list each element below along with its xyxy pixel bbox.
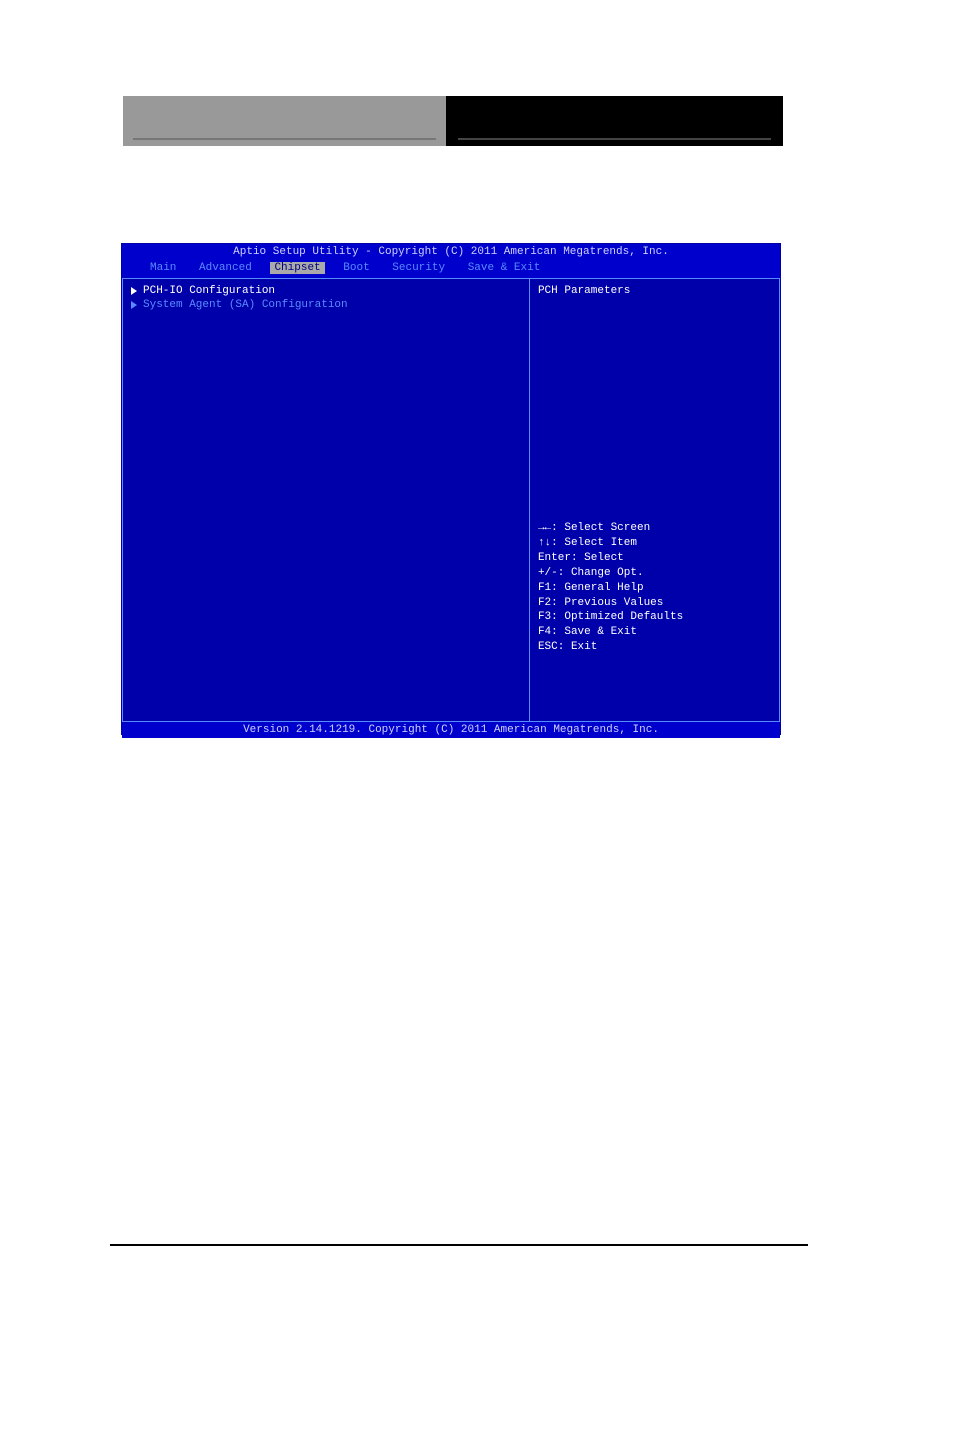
menu-tab-save-exit[interactable]: Save & Exit — [464, 262, 545, 274]
help-bottom-pad — [538, 655, 771, 715]
menu-tab-boot[interactable]: Boot — [339, 262, 373, 274]
banner-left-underline — [133, 138, 436, 140]
bios-right-panel: PCH Parameters →←: Select Screen ↑↓: Sel… — [530, 278, 780, 721]
banner-right-underline — [458, 138, 771, 140]
bios-window: Aptio Setup Utility - Copyright (C) 2011… — [121, 243, 781, 735]
submenu-system-agent[interactable]: System Agent (SA) Configuration — [131, 299, 521, 311]
help-key-row: F4: Save & Exit — [538, 625, 771, 640]
help-key-row: +/-: Change Opt. — [538, 566, 771, 581]
help-key-row: Enter: Select — [538, 551, 771, 566]
help-key-row: F1: General Help — [538, 581, 771, 596]
help-key-row: ↑↓: Select Item — [538, 536, 771, 551]
banner-left — [123, 96, 446, 146]
help-key-row: ESC: Exit — [538, 640, 771, 655]
submenu-label: System Agent (SA) Configuration — [143, 299, 348, 311]
menu-tab-advanced[interactable]: Advanced — [195, 262, 256, 274]
submenu-pch-io[interactable]: PCH-IO Configuration — [131, 285, 521, 297]
bios-left-panel: PCH-IO Configuration System Agent (SA) C… — [122, 278, 530, 721]
help-description: PCH Parameters — [538, 285, 771, 297]
menu-tab-chipset[interactable]: Chipset — [270, 262, 324, 274]
submenu-label: PCH-IO Configuration — [143, 285, 275, 297]
bios-menu-bar: Main Advanced Chipset Boot Security Save… — [122, 260, 780, 278]
page-footer-divider — [110, 1244, 808, 1246]
bios-title: Aptio Setup Utility - Copyright (C) 2011… — [122, 244, 780, 260]
menu-tab-main[interactable]: Main — [146, 262, 180, 274]
help-spacer — [538, 297, 771, 521]
help-keys-block: →←: Select Screen ↑↓: Select Item Enter:… — [538, 521, 771, 655]
triangle-right-icon — [131, 287, 137, 295]
bios-body: PCH-IO Configuration System Agent (SA) C… — [122, 278, 780, 721]
banner-right — [446, 96, 783, 146]
help-key-row: →←: Select Screen — [538, 521, 771, 536]
menu-tab-security[interactable]: Security — [388, 262, 449, 274]
triangle-right-icon — [131, 301, 137, 309]
help-key-row: F3: Optimized Defaults — [538, 610, 771, 625]
help-key-row: F2: Previous Values — [538, 596, 771, 611]
bios-footer: Version 2.14.1219. Copyright (C) 2011 Am… — [122, 721, 780, 738]
page-header-banner — [123, 96, 783, 146]
